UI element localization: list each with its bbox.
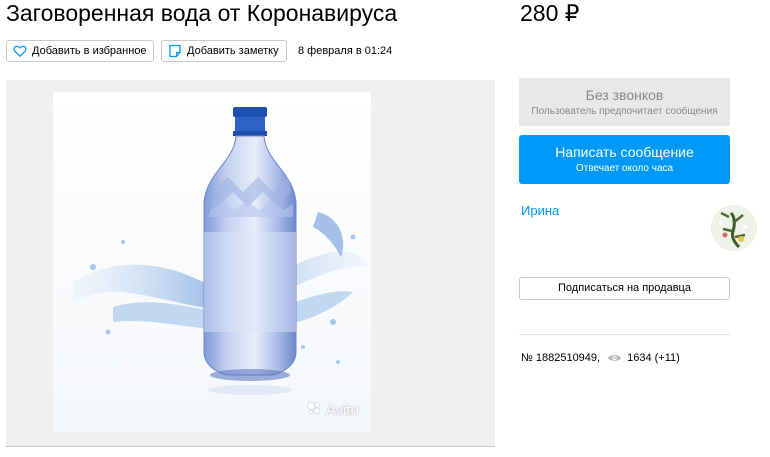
add-to-favorites-button[interactable]: Добавить в избранное: [6, 40, 154, 62]
subscribe-seller-button[interactable]: Подписаться на продавца: [519, 277, 730, 300]
response-time-label: Отвечает около часа: [575, 163, 674, 174]
no-calls-title: Без звонков: [585, 87, 664, 103]
photo-gallery[interactable]: Avito: [6, 80, 495, 447]
no-calls-panel: Без звонков Пользователь предпочитает со…: [519, 78, 730, 126]
add-note-button[interactable]: Добавить заметку: [161, 40, 287, 62]
add-to-favorites-label: Добавить в избранное: [32, 45, 147, 57]
avito-watermark: Avito: [306, 400, 359, 420]
heart-icon: [13, 44, 27, 58]
listing-date: 8 февраля в 01:24: [298, 45, 393, 57]
listing-photo[interactable]: Avito: [53, 92, 371, 432]
water-bottle-image: [53, 92, 371, 432]
view-count: 1634 (+11): [627, 352, 680, 364]
listing-price: 280 ₽: [520, 0, 580, 26]
item-number: № 1882510949,: [521, 352, 601, 364]
add-note-label: Добавить заметку: [187, 45, 279, 57]
listing-title: Заговоренная вода от Коронавируса: [6, 0, 398, 26]
divider: [519, 334, 730, 335]
note-icon: [168, 44, 182, 58]
no-calls-subtitle: Пользователь предпочитает сообщения: [531, 106, 718, 117]
write-message-button[interactable]: Написать сообщение Отвечает около часа: [519, 135, 730, 184]
seller-name-link[interactable]: Ирина: [521, 203, 559, 218]
seller-avatar[interactable]: [711, 205, 757, 251]
eye-icon: [607, 353, 622, 363]
write-message-label: Написать сообщение: [555, 144, 694, 160]
listing-meta: № 1882510949, 1634 (+11): [521, 352, 680, 364]
watermark-text: Avito: [325, 401, 359, 419]
avito-logo-icon: [306, 400, 322, 420]
